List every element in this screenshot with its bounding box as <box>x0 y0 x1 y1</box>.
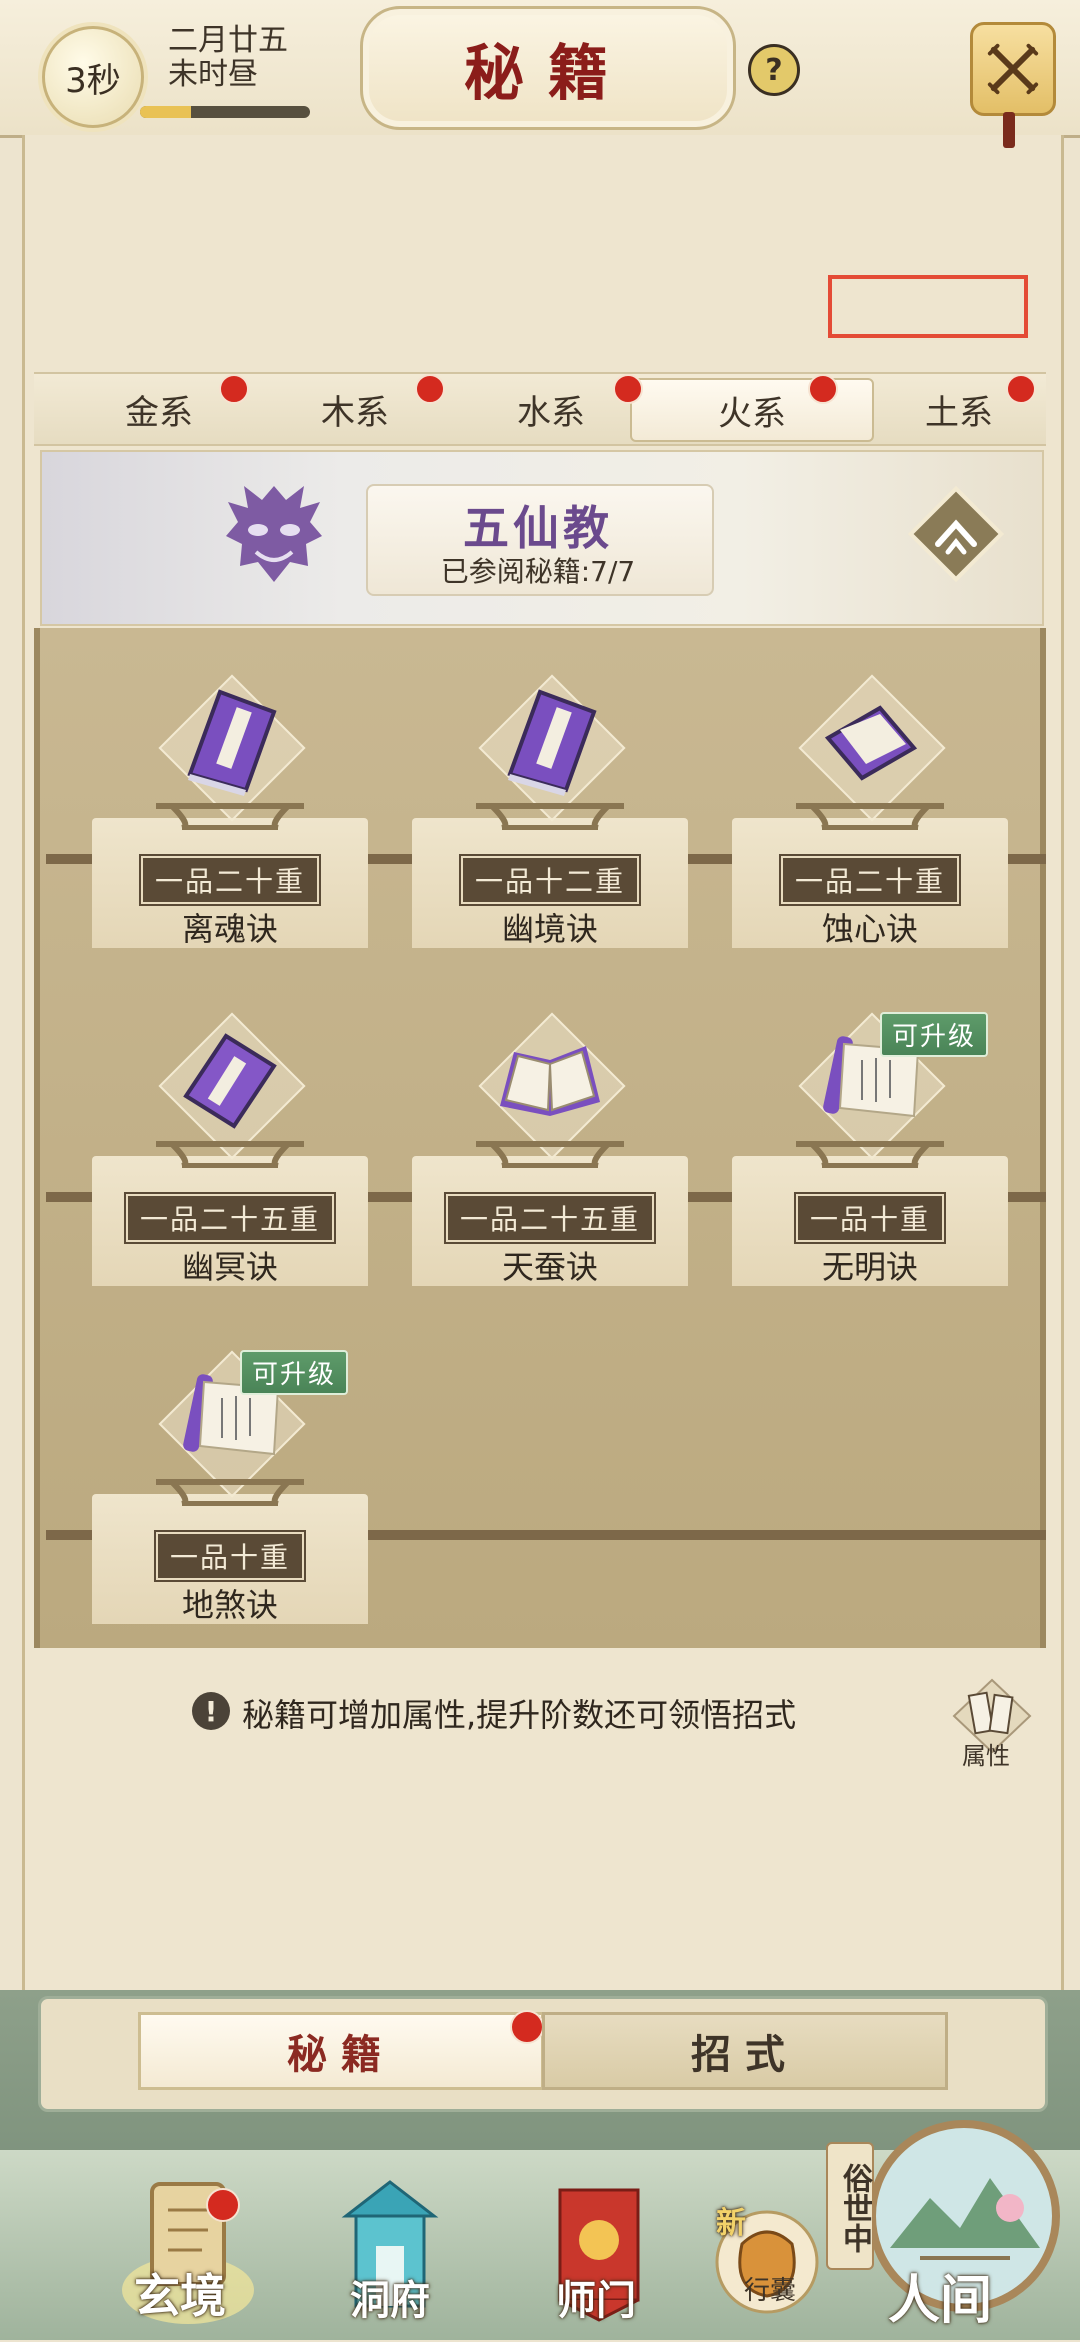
book-grid: 一品二十重 离魂诀 一品十二重 幽境诀 一品二十重 蚀心诀 一品二十五重 幽冥诀… <box>34 628 1046 1648</box>
red-dot-badge <box>613 374 643 404</box>
book-name: 幽境诀 <box>501 910 598 948</box>
red-dot-badge <box>510 2010 544 2044</box>
day-progress-fill <box>140 106 191 118</box>
red-dot-badge <box>219 374 249 404</box>
book-name: 蚀心诀 <box>821 910 918 948</box>
open-book-icon <box>824 705 918 781</box>
nav-label: 洞府 <box>350 2277 430 2324</box>
purple-book-icon <box>183 1033 277 1129</box>
nav-label: 师门 <box>556 2277 636 2324</box>
tab-secrets[interactable]: 秘籍 <box>138 2012 544 2090</box>
red-dot-badge <box>206 2188 240 2222</box>
sect-name: 五仙教 <box>463 501 613 555</box>
purple-book-icon <box>507 689 597 796</box>
page-title: 秘籍 <box>360 6 736 130</box>
book-name: 离魂诀 <box>181 910 278 948</box>
info-icon-glyph: ! <box>204 1694 218 1728</box>
tab-label: 土系 <box>925 392 993 433</box>
highlight-rectangle <box>828 275 1028 338</box>
page-title-text: 秘籍 <box>464 38 632 109</box>
book-rank: 一品十重 <box>795 1194 945 1242</box>
book-card[interactable]: 一品二十重 离魂诀 <box>92 668 368 948</box>
date-line: 二月廿五 <box>168 23 288 58</box>
upgradable-badge: 可升级 <box>240 1350 349 1395</box>
nav-label: 行囊 <box>744 2276 797 2306</box>
game-date: 二月廿五 未时昼 <box>168 24 288 92</box>
info-icon: ! <box>192 1692 230 1730</box>
element-tabs: 金系 木系 水系 火系 土系 <box>34 372 1046 446</box>
tab-label: 秘籍 <box>287 2031 395 2078</box>
countdown-timer: 3秒 <box>42 26 144 128</box>
book-rank: 一品二十五重 <box>445 1194 655 1242</box>
book-name: 地煞诀 <box>181 1586 278 1624</box>
book-name: 幽冥诀 <box>181 1248 278 1286</box>
book-card[interactable]: 一品二十五重 天蚕诀 <box>412 1006 688 1286</box>
nav-label: 人间 <box>888 2270 993 2331</box>
tab-label: 木系 <box>321 392 389 433</box>
book-rank: 一品二十五重 <box>125 1194 335 1242</box>
close-button[interactable] <box>970 22 1056 116</box>
book-rank: 一品二十重 <box>780 856 960 904</box>
new-badge: 新 <box>716 2206 746 2241</box>
collapse-button[interactable] <box>908 486 1004 582</box>
book-card[interactable]: 一品二十重 蚀心诀 <box>732 668 1008 948</box>
help-icon: ? <box>765 52 783 88</box>
tab-label: 金系 <box>125 392 193 433</box>
open-book-icon <box>500 1046 600 1116</box>
book-name: 天蚕诀 <box>501 1248 598 1286</box>
book-name: 无明诀 <box>821 1248 918 1286</box>
tab-moves[interactable]: 招式 <box>542 2012 948 2090</box>
book-rank: 一品十二重 <box>460 856 640 904</box>
red-dot-badge <box>1006 374 1036 404</box>
nav-label: 玄境 <box>134 2269 226 2323</box>
upgradable-badge: 可升级 <box>880 1012 989 1057</box>
help-button[interactable]: ? <box>748 44 800 96</box>
red-dot-badge <box>415 374 445 404</box>
tab-label: 火系 <box>718 393 786 434</box>
book-rank: 一品二十重 <box>140 856 320 904</box>
purple-book-icon <box>187 689 277 796</box>
attribute-label: 属性 <box>962 1742 1010 1770</box>
close-icon <box>987 43 1039 95</box>
tab-label: 招式 <box>691 2031 799 2078</box>
sect-read-count: 已参阅秘籍:7/7 <box>440 555 636 588</box>
world-sign: 俗世中 <box>826 2142 874 2270</box>
info-text: 秘籍可增加属性,提升阶数还可领悟招式 <box>242 1696 797 1734</box>
demon-mask-icon <box>226 486 322 582</box>
book-card[interactable]: 一品十二重 幽境诀 <box>412 668 688 948</box>
tab-water[interactable]: 水系 <box>466 374 636 444</box>
day-progress-bar <box>140 106 310 118</box>
time-of-day: 未时昼 <box>168 57 258 92</box>
tab-label: 水系 <box>517 392 585 433</box>
tassel-decoration <box>1003 112 1015 148</box>
red-dot-badge <box>808 374 838 404</box>
book-card[interactable]: 一品二十五重 幽冥诀 <box>92 1006 368 1286</box>
book-rank: 一品十重 <box>155 1532 305 1580</box>
timer-text: 3秒 <box>65 60 121 101</box>
